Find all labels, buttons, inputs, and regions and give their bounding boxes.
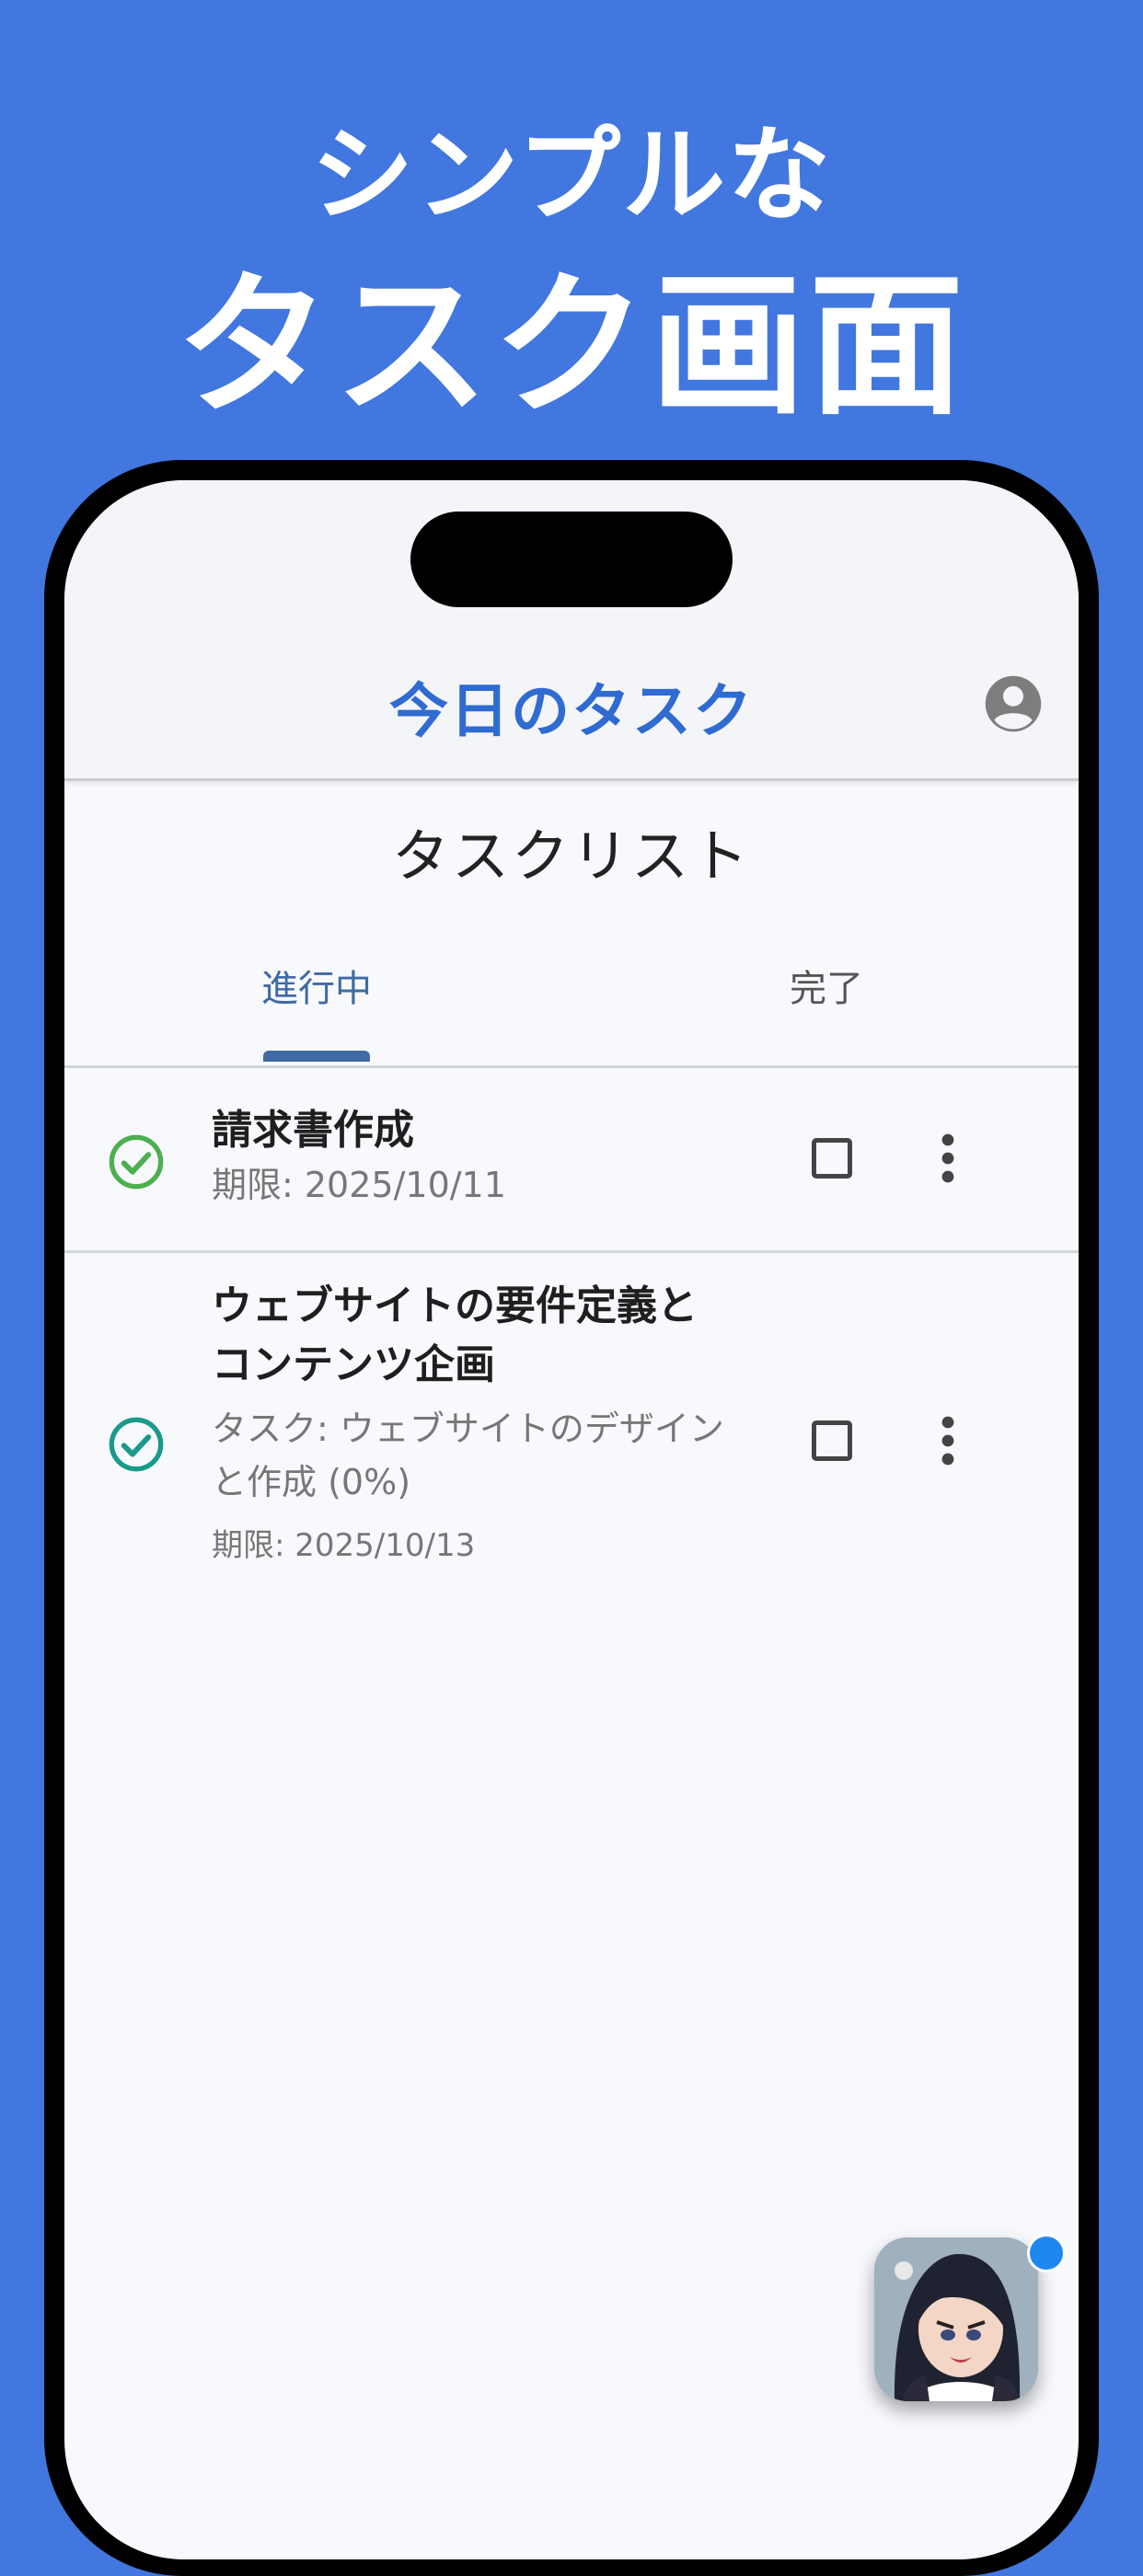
promo-headline-line1: シンプルな [310,116,833,236]
task-complete-checkbox[interactable] [812,1138,852,1179]
task-due-date: 期限: 2025/10/13 [212,1527,476,1564]
app-screen: 今日のタスク タスクリスト 進行中 完了 請求書作成 期限: 2025/10/1… [64,480,1079,2559]
notification-badge [1027,2234,1066,2272]
more-vert-icon[interactable] [929,1133,966,1184]
account-circle-icon[interactable] [983,673,1044,734]
page-title: タスクリスト [391,822,751,890]
phone-frame: 今日のタスク タスクリスト 進行中 完了 請求書作成 期限: 2025/10/1… [44,460,1099,2576]
task-due-date: 期限: 2025/10/11 [212,1165,506,1205]
tab-in-progress[interactable]: 進行中 [261,959,372,1012]
assistant-avatar[interactable] [874,2237,1038,2401]
promo-headline-line2: タスク画面 [176,256,967,436]
dynamic-island [410,512,733,607]
app-title: 今日のタスク [389,678,754,746]
more-vert-icon[interactable] [929,1415,966,1466]
task-title: 請求書作成 [212,1107,414,1154]
task-row[interactable]: 請求書作成 期限: 2025/10/11 [64,1066,1079,1253]
task-parent: タスク: ウェブサイトのデザインと作成 (0%) [212,1409,724,1502]
check-circle-icon [109,1417,164,1472]
active-tab-indicator [263,1051,370,1062]
task-complete-checkbox[interactable] [812,1420,852,1461]
task-title: ウェブサイトの要件定義とコンテンツ企画 [212,1282,698,1388]
tab-bar: 進行中 完了 [64,940,1079,1068]
check-circle-icon [109,1134,164,1190]
app-bar: 今日のタスク [64,480,1079,781]
tab-completed[interactable]: 完了 [790,959,863,1012]
task-row[interactable]: ウェブサイトの要件定義とコンテンツ企画 タスク: ウェブサイトのデザインと作成 … [64,1253,1079,1621]
